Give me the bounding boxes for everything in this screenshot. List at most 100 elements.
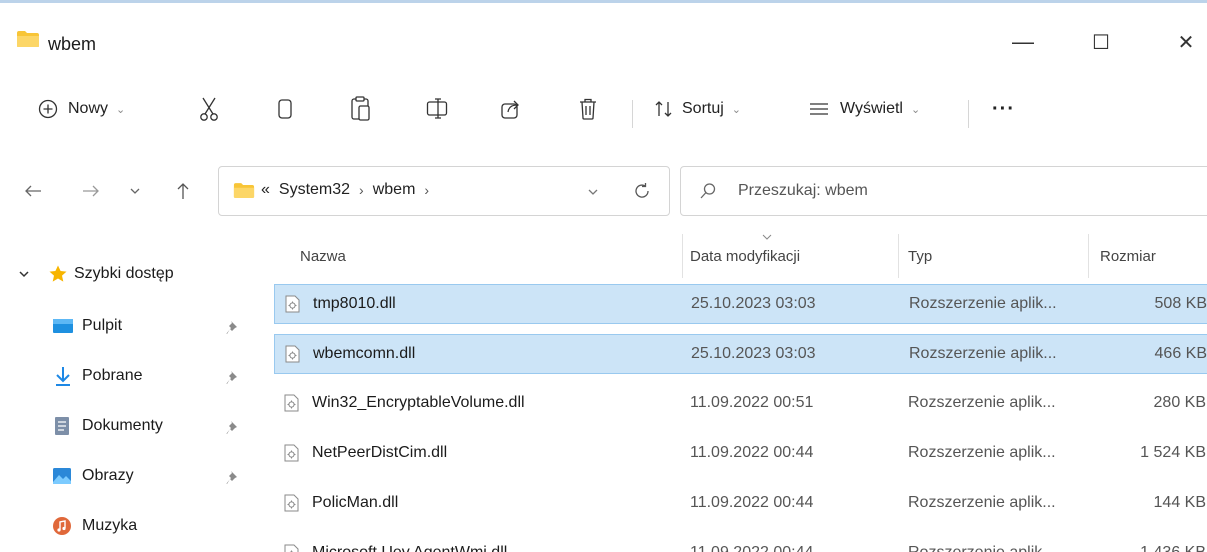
- table-row[interactable]: Microsoft.Uev.AgentWmi.dll 11.09.2022 00:…: [274, 534, 1207, 552]
- file-name: Microsoft.Uev.AgentWmi.dll: [312, 534, 507, 552]
- copy-icon: [278, 99, 292, 119]
- breadcrumb-item-system32[interactable]: System32: [279, 181, 350, 199]
- arrow-left-icon: [25, 185, 41, 197]
- command-bar: Nowy ⌄ Sortuj ⌄ Wyświetl ⌄ ···: [0, 74, 1207, 150]
- sidebar-item-pictures[interactable]: Obrazy: [52, 456, 134, 496]
- search-placeholder: Przeszukaj: wbem: [738, 182, 868, 199]
- maximize-icon: ☐: [1092, 31, 1110, 54]
- navigation-row: « System32 › wbem › Przeszukaj: wbem: [0, 150, 1207, 230]
- file-name: tmp8010.dll: [313, 295, 396, 312]
- file-name: NetPeerDistCim.dll: [312, 444, 448, 461]
- new-button[interactable]: Nowy ⌄: [38, 92, 125, 126]
- chevron-down-icon: ⌄: [731, 103, 742, 116]
- column-header-size[interactable]: Rozmiar: [1100, 230, 1156, 282]
- pin-icon[interactable]: [226, 370, 240, 386]
- file-size: 508 KB: [1154, 295, 1207, 312]
- close-icon: ✕: [1177, 31, 1195, 54]
- file-type: Rozszerzenie aplik...: [908, 534, 1056, 552]
- file-size: 280 KB: [1153, 394, 1206, 411]
- file-date: 25.10.2023 03:03: [691, 295, 816, 312]
- column-divider[interactable]: [1088, 234, 1089, 278]
- table-row[interactable]: wbemcomn.dll 25.10.2023 03:03 Rozszerzenie…: [274, 334, 1207, 374]
- pin-icon[interactable]: [226, 420, 240, 436]
- dll-file-icon: [285, 345, 300, 363]
- star-icon: [49, 265, 67, 282]
- paste-button[interactable]: [350, 92, 372, 126]
- table-row[interactable]: Win32_EncryptableVolume.dll 11.09.2022 00…: [274, 384, 1207, 424]
- sort-label: Sortuj: [682, 100, 724, 117]
- maximize-button[interactable]: ☐: [1078, 24, 1124, 60]
- pin-icon[interactable]: [226, 320, 240, 336]
- minimize-button[interactable]: —: [1000, 24, 1046, 60]
- sidebar-item-downloads[interactable]: Pobrane: [54, 356, 143, 396]
- copy-button[interactable]: [276, 92, 294, 126]
- table-row[interactable]: PolicMan.dll 11.09.2022 00:44 Rozszerzenie…: [274, 484, 1207, 524]
- column-header-date[interactable]: Data modyfikacji: [690, 230, 800, 282]
- table-row[interactable]: NetPeerDistCim.dll 11.09.2022 00:44 Rozsze…: [274, 434, 1207, 474]
- desktop-icon: [53, 319, 73, 333]
- more-options-button[interactable]: ···: [992, 92, 1015, 126]
- sidebar-item-music[interactable]: Muzyka: [52, 506, 137, 546]
- music-icon: [53, 517, 71, 535]
- back-button[interactable]: [20, 178, 46, 204]
- file-type: Rozszerzenie aplik...: [908, 394, 1056, 411]
- arrow-right-icon: [83, 185, 99, 197]
- column-header-type[interactable]: Typ: [908, 230, 932, 282]
- minimize-icon: —: [1012, 29, 1034, 54]
- chevron-down-icon[interactable]: [18, 270, 30, 278]
- search-box[interactable]: Przeszukaj: wbem: [680, 166, 1207, 216]
- picture-icon: [53, 468, 71, 484]
- breadcrumb-item-wbem[interactable]: wbem: [373, 181, 416, 199]
- table-row[interactable]: tmp8010.dll 25.10.2023 03:03 Rozszerzenie …: [274, 284, 1207, 324]
- file-date: 11.09.2022 00:44: [690, 494, 814, 511]
- breadcrumb-separator-icon[interactable]: ›: [359, 182, 364, 198]
- rename-button[interactable]: [426, 92, 448, 126]
- up-button[interactable]: [170, 178, 196, 204]
- breadcrumb-overflow[interactable]: «: [261, 181, 270, 199]
- toolbar-divider: [968, 100, 969, 128]
- rename-icon: [426, 98, 448, 119]
- sort-button[interactable]: Sortuj ⌄: [654, 92, 741, 126]
- address-history-chevron-icon[interactable]: [587, 188, 599, 196]
- delete-button[interactable]: [578, 92, 598, 126]
- file-type: Rozszerzenie aplik...: [908, 494, 1056, 511]
- sidebar-item-label: Dokumenty: [82, 417, 163, 434]
- close-button[interactable]: ✕: [1163, 24, 1207, 60]
- share-icon: [501, 100, 519, 119]
- sidebar-item-desktop[interactable]: Pulpit: [52, 306, 122, 346]
- more-icon: ···: [992, 97, 1015, 120]
- share-button[interactable]: [500, 92, 522, 126]
- recent-locations-button[interactable]: [122, 178, 148, 204]
- breadcrumb-separator-icon[interactable]: ›: [424, 182, 429, 198]
- sidebar-item-label: Obrazy: [82, 467, 134, 484]
- file-size: 1 524 KB: [1140, 444, 1206, 461]
- clipboard-icon: [351, 96, 370, 121]
- sidebar-item-label: Muzyka: [82, 517, 138, 534]
- scissors-icon: [200, 97, 218, 121]
- refresh-icon[interactable]: [633, 182, 651, 200]
- file-type: Rozszerzenie aplik...: [909, 345, 1057, 362]
- file-date: 11.09.2022 00:51: [690, 394, 814, 411]
- column-divider[interactable]: [898, 234, 899, 278]
- file-date: 11.09.2022 00:44: [690, 534, 813, 552]
- view-button[interactable]: Wyświetl ⌄: [808, 92, 920, 126]
- pin-icon[interactable]: [226, 470, 240, 486]
- file-size: 466 KB: [1154, 345, 1207, 362]
- view-list-icon: [810, 103, 828, 115]
- cut-button[interactable]: [198, 92, 220, 126]
- column-divider[interactable]: [682, 234, 683, 278]
- view-label: Wyświetl: [840, 100, 903, 117]
- column-header-name[interactable]: Nazwa: [300, 230, 346, 282]
- file-type: Rozszerzenie aplik...: [908, 444, 1056, 461]
- sidebar-item-documents[interactable]: Dokumenty: [54, 406, 163, 446]
- trash-icon: [580, 98, 596, 120]
- sidebar-item-quick-access[interactable]: Szybki dostęp: [18, 254, 174, 294]
- sidebar-item-label: Szybki dostęp: [74, 265, 174, 282]
- address-bar[interactable]: « System32 › wbem ›: [218, 166, 670, 216]
- forward-button[interactable]: [78, 178, 104, 204]
- dll-file-icon: [284, 444, 299, 462]
- chevron-down-icon: [130, 188, 140, 194]
- sort-icon: [655, 101, 672, 117]
- folder-icon: [17, 31, 39, 47]
- folder-icon: [233, 183, 255, 198]
